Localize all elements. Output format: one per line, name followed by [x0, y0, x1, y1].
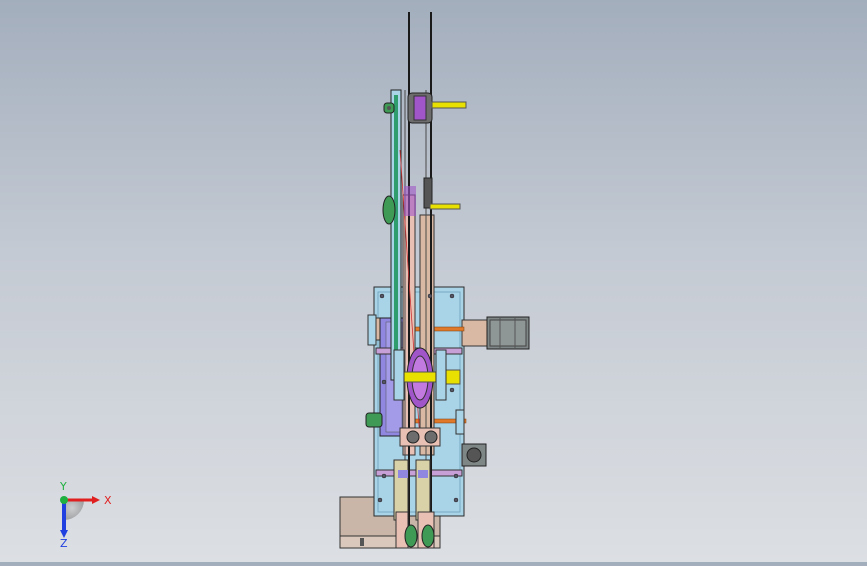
triad-sphere-icon — [64, 500, 84, 520]
orientation-triad: X Y Z — [59, 480, 112, 548]
x-axis-label: X — [104, 494, 112, 507]
y-axis-label: Y — [59, 480, 67, 493]
assembly-model[interactable] — [0, 0, 867, 562]
left-bracket — [367, 314, 377, 346]
y-axis-dot-icon — [60, 496, 68, 504]
motor — [461, 316, 530, 350]
z-axis-label: Z — [60, 537, 68, 548]
cad-viewport[interactable]: X Y Z — [0, 0, 867, 562]
